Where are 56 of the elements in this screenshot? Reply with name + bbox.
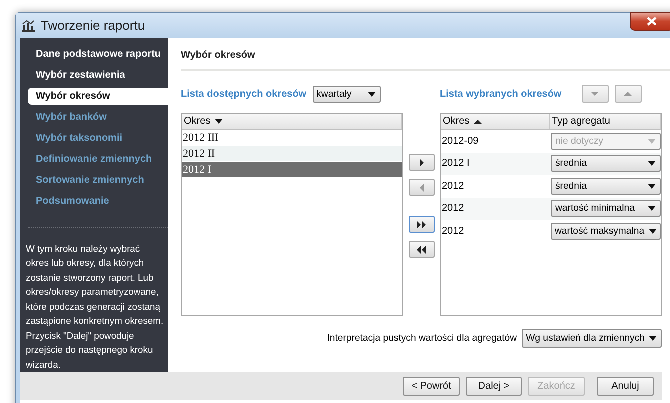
caret-icon	[648, 138, 656, 144]
arrow-right-icon	[418, 158, 424, 166]
move-all-right-button[interactable]	[408, 216, 434, 233]
double-arrow-right-icon	[416, 220, 426, 228]
double-arrow-left-icon	[416, 246, 426, 254]
move-down-button[interactable]	[582, 85, 609, 103]
wizard-button[interactable]: < Powrót	[403, 376, 460, 396]
caret-icon	[214, 119, 223, 124]
empty-values-label: Interpretacja pustych wartości dla agregatów	[327, 333, 518, 344]
list-label: Lista wybranych okresów	[440, 88, 562, 100]
aggregate-dropdown[interactable]: wartość maksymalna	[551, 222, 661, 240]
period-type-dropdown[interactable]: kwartały	[312, 86, 381, 102]
wizard-button[interactable]: Anuluj	[597, 376, 654, 396]
wizard-step[interactable]: Podsumowanie	[20, 193, 168, 210]
wizard-step[interactable]: Wybór okresów	[28, 88, 168, 105]
aggregate-dropdown[interactable]: średnia	[551, 178, 661, 195]
column-header[interactable]: Okres	[182, 114, 402, 129]
period-cell-text: 2012	[441, 226, 466, 237]
move-all-left-button[interactable]	[408, 241, 434, 258]
wizard-step[interactable]: Wybór zestawienia	[20, 67, 168, 84]
wizard-button[interactable]: Dalej >	[466, 376, 522, 396]
period-cell-text: 2012 I	[441, 158, 471, 170]
caret-icon	[368, 92, 376, 96]
close-button[interactable]	[630, 12, 670, 31]
period-cell-text: 2012	[441, 180, 466, 192]
section-title: Wybór okresów	[181, 46, 670, 71]
period-cell-text: 2012	[441, 203, 466, 214]
move-up-button[interactable]	[614, 85, 642, 103]
caret-icon	[648, 161, 656, 166]
period-cell-text: 2012-09	[441, 136, 480, 147]
wizard-step[interactable]: Sortowanie zmiennych	[20, 172, 168, 189]
column-header[interactable]: Okres	[441, 114, 550, 129]
list-row[interactable]: 2012 II	[182, 146, 402, 162]
caret-icon	[648, 184, 656, 189]
empty-values-dropdown[interactable]: Wg ustawień dla zmiennych	[522, 329, 662, 348]
caret-down-icon	[591, 91, 600, 97]
chart-icon	[22, 20, 35, 32]
move-right-button[interactable]	[408, 154, 434, 171]
sort-up-icon	[474, 118, 482, 124]
window-title: Tworzenie raportu	[41, 18, 146, 33]
wizard-step[interactable]: Dane podstawowe raportu	[20, 46, 168, 63]
close-icon	[647, 17, 657, 26]
caret-icon	[649, 336, 657, 341]
wizard-step[interactable]: Wybór taksonomii	[20, 130, 168, 147]
caret-icon	[648, 206, 656, 212]
wizard-step[interactable]: Wybór banków	[20, 109, 168, 126]
arrow-left-icon	[418, 184, 424, 192]
list-label: Lista dostępnych okresów	[181, 88, 307, 100]
caret-icon	[648, 228, 656, 234]
aggregate-dropdown[interactable]: średnia	[551, 155, 661, 172]
column-header[interactable]: Typ agregatu	[550, 114, 661, 129]
list-row[interactable]: 2012 I	[182, 162, 402, 178]
wizard-step[interactable]: Definiowanie zmiennych	[20, 151, 168, 168]
aggregate-dropdown[interactable]: wartość minimalna	[551, 200, 661, 218]
step-description: W tym kroku należy wybrać okres lub okresy, dla których zostanie stworzony raport. Lub okres/okresy parametryzowane, które podczas generacji zostaną zastąpione konkretnym okresem. Przycisk "Dalej" powoduje przejście do następnego kroku wizarda.	[26, 242, 164, 372]
caret-up-icon	[624, 91, 632, 97]
